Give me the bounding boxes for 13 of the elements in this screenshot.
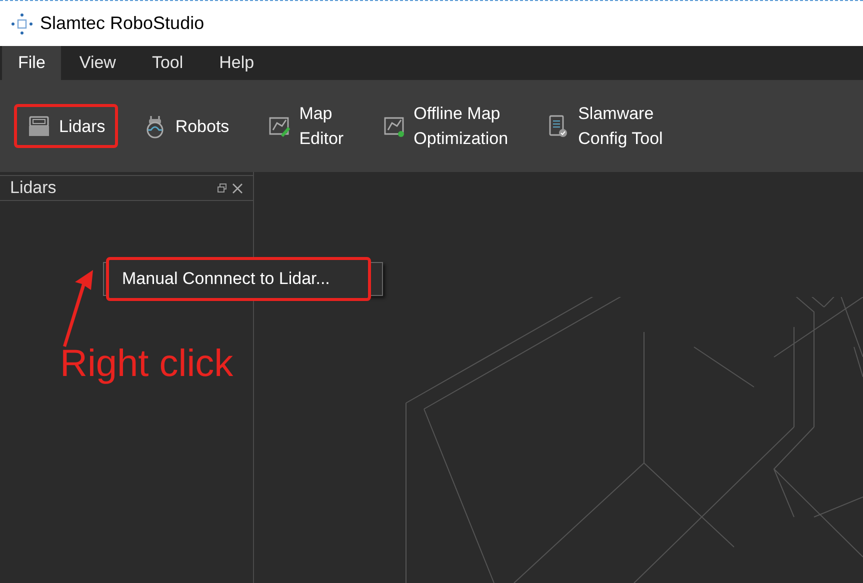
ribbon-button[interactable]: Map Editor [254, 92, 357, 160]
window-title: Slamtec RoboStudio [40, 12, 204, 35]
menu-item[interactable]: File [2, 46, 62, 80]
float-icon[interactable] [217, 183, 227, 193]
ribbon-button[interactable]: Offline Map Optimization [368, 92, 522, 160]
ribbon-button[interactable]: Lidars [14, 104, 118, 148]
app-logo-icon [10, 12, 34, 36]
ribbon-button[interactable]: Robots [130, 104, 242, 148]
panel-title: Lidars [10, 177, 58, 200]
annotation-text: Right click [60, 345, 234, 383]
context-menu-item[interactable]: Manual Connnect to Lidar... [106, 257, 371, 301]
close-icon[interactable] [232, 182, 243, 194]
ribbon-button[interactable]: Slamware Config Tool [533, 92, 676, 160]
